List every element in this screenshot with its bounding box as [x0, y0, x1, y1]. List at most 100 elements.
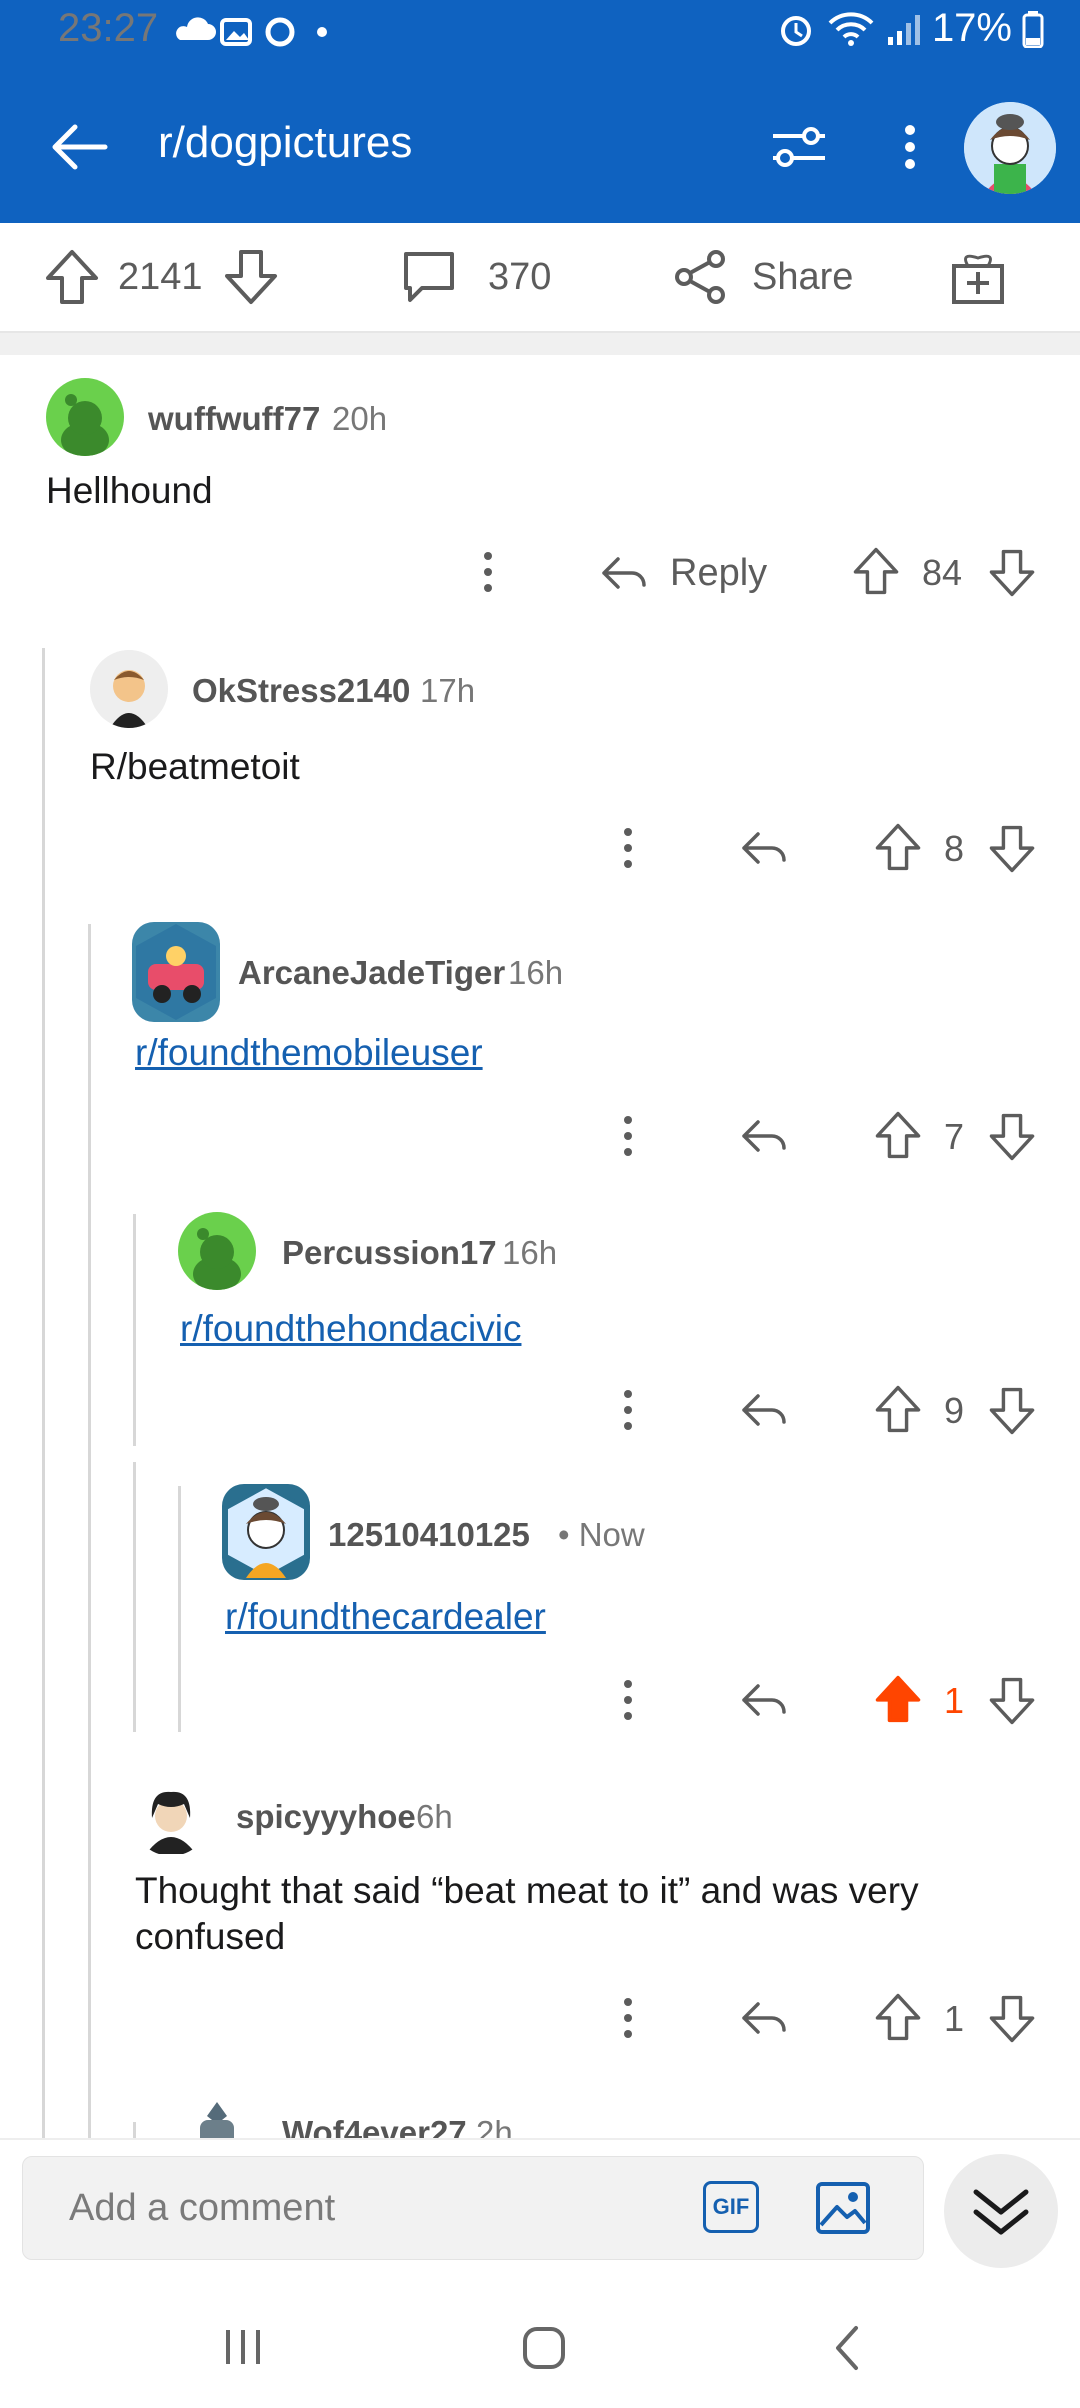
comment-body: Hellhound — [46, 470, 213, 511]
comment: ArcaneJadeTiger 16h r/foundthemobileuser… — [0, 922, 1080, 1192]
reply-label: Reply — [670, 551, 768, 594]
comment-body: R/beatmetoit — [90, 746, 300, 787]
comment-time: 16h — [502, 1234, 558, 1271]
comment-icon — [404, 252, 454, 302]
reply-icon[interactable] — [740, 1116, 788, 1156]
upvote-icon[interactable] — [852, 546, 900, 596]
avatar[interactable] — [132, 922, 220, 1022]
comment: wuffwuff77 20h Hellhound Reply 84 — [0, 372, 1080, 632]
comment-author[interactable]: OkStress2140 — [192, 672, 410, 710]
downvote-icon[interactable] — [988, 1112, 1036, 1162]
upvote-icon[interactable] — [874, 1110, 922, 1160]
comment-body: Thought that said “beat meat to it” and … — [135, 1870, 919, 1957]
image-icon[interactable] — [815, 2181, 871, 2235]
gif-button[interactable]: GIF — [703, 2181, 759, 2233]
comment-score: 7 — [944, 1116, 965, 1157]
battery-percent: 17% — [931, 6, 1012, 50]
avatar[interactable] — [90, 650, 168, 728]
battery-icon — [1022, 10, 1044, 48]
post-vote-group: 2141 — [44, 223, 279, 331]
avatar[interactable] — [182, 2098, 252, 2138]
comment-score: 1 — [944, 1680, 965, 1721]
user-avatar[interactable] — [964, 102, 1056, 194]
avatar[interactable] — [222, 1484, 310, 1580]
gift-icon — [952, 254, 1004, 304]
wifi-icon — [828, 11, 874, 46]
collapse-button[interactable] — [944, 2154, 1058, 2268]
alarm-icon — [780, 15, 811, 46]
share-label: Share — [752, 255, 854, 298]
more-vertical-icon[interactable] — [618, 1114, 638, 1158]
share-icon — [675, 250, 725, 304]
downvote-icon[interactable] — [988, 548, 1036, 598]
comment: 12510410125 • Now r/foundthecardealer 1 — [0, 1484, 1080, 1734]
comment-score: 8 — [944, 828, 965, 869]
comment: Wof4ever27 2h — [0, 2096, 1080, 2138]
comment-author[interactable]: spicyyyhoe — [236, 1798, 416, 1836]
comment-time: 2h — [476, 2114, 513, 2138]
avatar[interactable] — [178, 1212, 256, 1290]
reply-icon — [602, 557, 646, 589]
downvote-icon[interactable] — [988, 1676, 1036, 1726]
comment-link[interactable]: r/foundthemobileuser — [135, 1030, 483, 1076]
reply-icon[interactable] — [740, 1390, 788, 1430]
back-button[interactable] — [44, 112, 114, 182]
avatar[interactable] — [46, 378, 124, 456]
downvote-icon[interactable] — [223, 248, 279, 306]
comment-link[interactable]: r/foundthecardealer — [225, 1594, 546, 1640]
avatar[interactable] — [132, 1778, 210, 1856]
upvote-icon[interactable] — [874, 822, 922, 872]
comment-time: 17h — [420, 672, 476, 709]
comment-author[interactable]: Percussion17 — [282, 1234, 497, 1272]
comment-time: 16h — [508, 954, 564, 991]
system-nav-bar — [0, 2288, 1080, 2408]
comment-author[interactable]: ArcaneJadeTiger — [238, 954, 505, 992]
comment-time: 6h — [416, 1798, 453, 1835]
back-nav-icon[interactable] — [830, 2324, 864, 2372]
share-button[interactable]: Share — [672, 223, 853, 331]
more-vertical-icon[interactable] — [618, 1678, 638, 1722]
more-vertical-icon[interactable] — [618, 826, 638, 870]
reply-icon[interactable] — [740, 1680, 788, 1720]
reply-button[interactable]: Reply — [600, 546, 767, 600]
status-right: 17% — [776, 6, 1044, 51]
more-vertical-icon — [905, 125, 915, 169]
upvote-active-icon[interactable] — [874, 1674, 922, 1724]
comment: Percussion17 16h r/foundthehondacivic 9 — [0, 1210, 1080, 1460]
upvote-icon[interactable] — [874, 1992, 922, 2042]
status-bar: 23:27 17% — [0, 0, 1080, 64]
comment-author[interactable]: wuffwuff77 — [148, 400, 320, 438]
upvote-icon[interactable] — [44, 248, 100, 306]
comment-author[interactable]: 12510410125 — [328, 1516, 530, 1554]
downvote-icon[interactable] — [988, 1386, 1036, 1436]
comment: spicyyyhoe 6h Thought that said “beat me… — [0, 1776, 1080, 2076]
downvote-icon[interactable] — [988, 1994, 1036, 2044]
comments-button[interactable]: 370 — [400, 223, 551, 331]
more-vertical-icon[interactable] — [618, 1996, 638, 2040]
recents-icon[interactable] — [220, 2324, 266, 2370]
arrow-left-icon — [52, 124, 108, 170]
downvote-icon[interactable] — [988, 824, 1036, 874]
upvote-icon[interactable] — [874, 1384, 922, 1434]
signal-icon — [887, 14, 920, 45]
app-header: 23:27 17% r/dogpictures — [0, 0, 1080, 223]
chevron-down-double-icon — [973, 2189, 1029, 2235]
overflow-menu-button[interactable] — [880, 112, 940, 182]
comment-link[interactable]: r/foundthehondacivic — [180, 1306, 521, 1352]
comment-author[interactable]: Wof4ever27 — [282, 2114, 467, 2138]
reply-icon[interactable] — [740, 828, 788, 868]
subreddit-title[interactable]: r/dogpictures — [158, 118, 412, 168]
home-icon[interactable] — [520, 2324, 568, 2372]
sort-filter-button[interactable] — [764, 112, 834, 182]
comment-score: 1 — [944, 1998, 965, 2039]
more-vertical-icon[interactable] — [618, 1388, 638, 1432]
comment-input[interactable]: Add a comment GIF — [22, 2156, 924, 2260]
notification-icons — [172, 12, 342, 57]
more-vertical-icon[interactable] — [478, 550, 498, 594]
comment-time: • Now — [558, 1516, 645, 1553]
sliders-icon — [773, 127, 825, 167]
reply-icon[interactable] — [740, 1998, 788, 2038]
comment-score: 84 — [922, 552, 963, 593]
status-time: 23:27 — [58, 6, 159, 50]
award-button[interactable] — [950, 223, 1006, 331]
